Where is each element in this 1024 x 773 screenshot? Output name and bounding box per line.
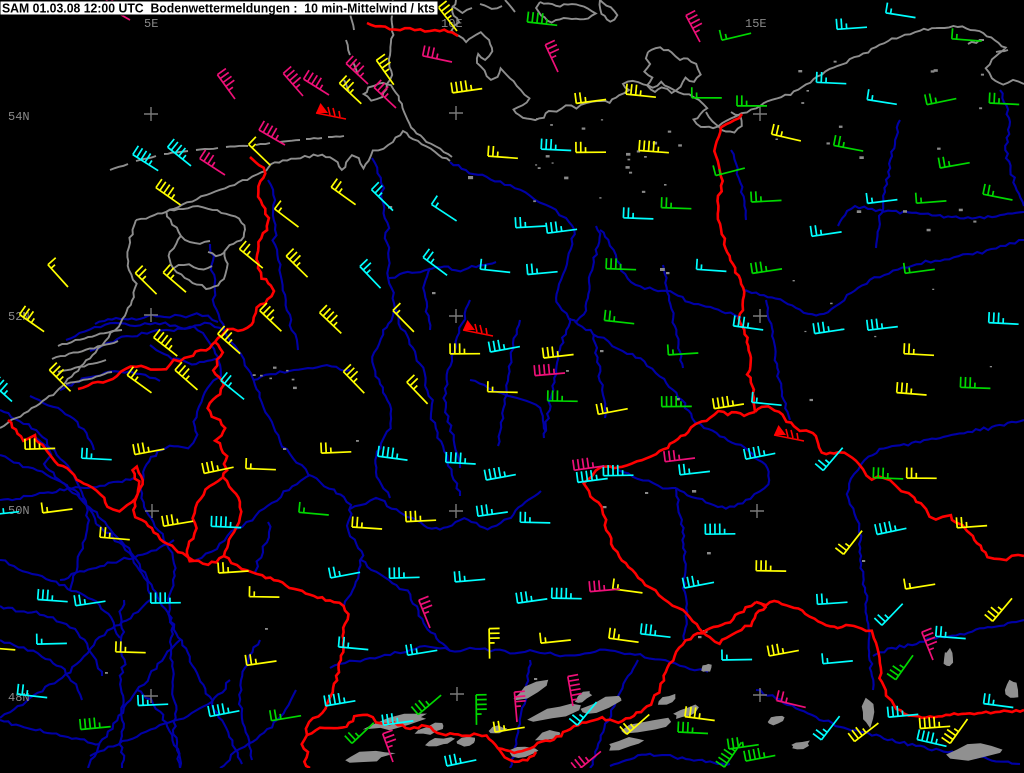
- svg-text:15E: 15E: [745, 17, 767, 31]
- svg-text:54N: 54N: [8, 110, 30, 124]
- svg-text:SAM 01.03.08 12:00 UTC Bodenw: SAM 01.03.08 12:00 UTC Bodenwettermeldun…: [2, 2, 435, 16]
- svg-text:5E: 5E: [144, 17, 158, 31]
